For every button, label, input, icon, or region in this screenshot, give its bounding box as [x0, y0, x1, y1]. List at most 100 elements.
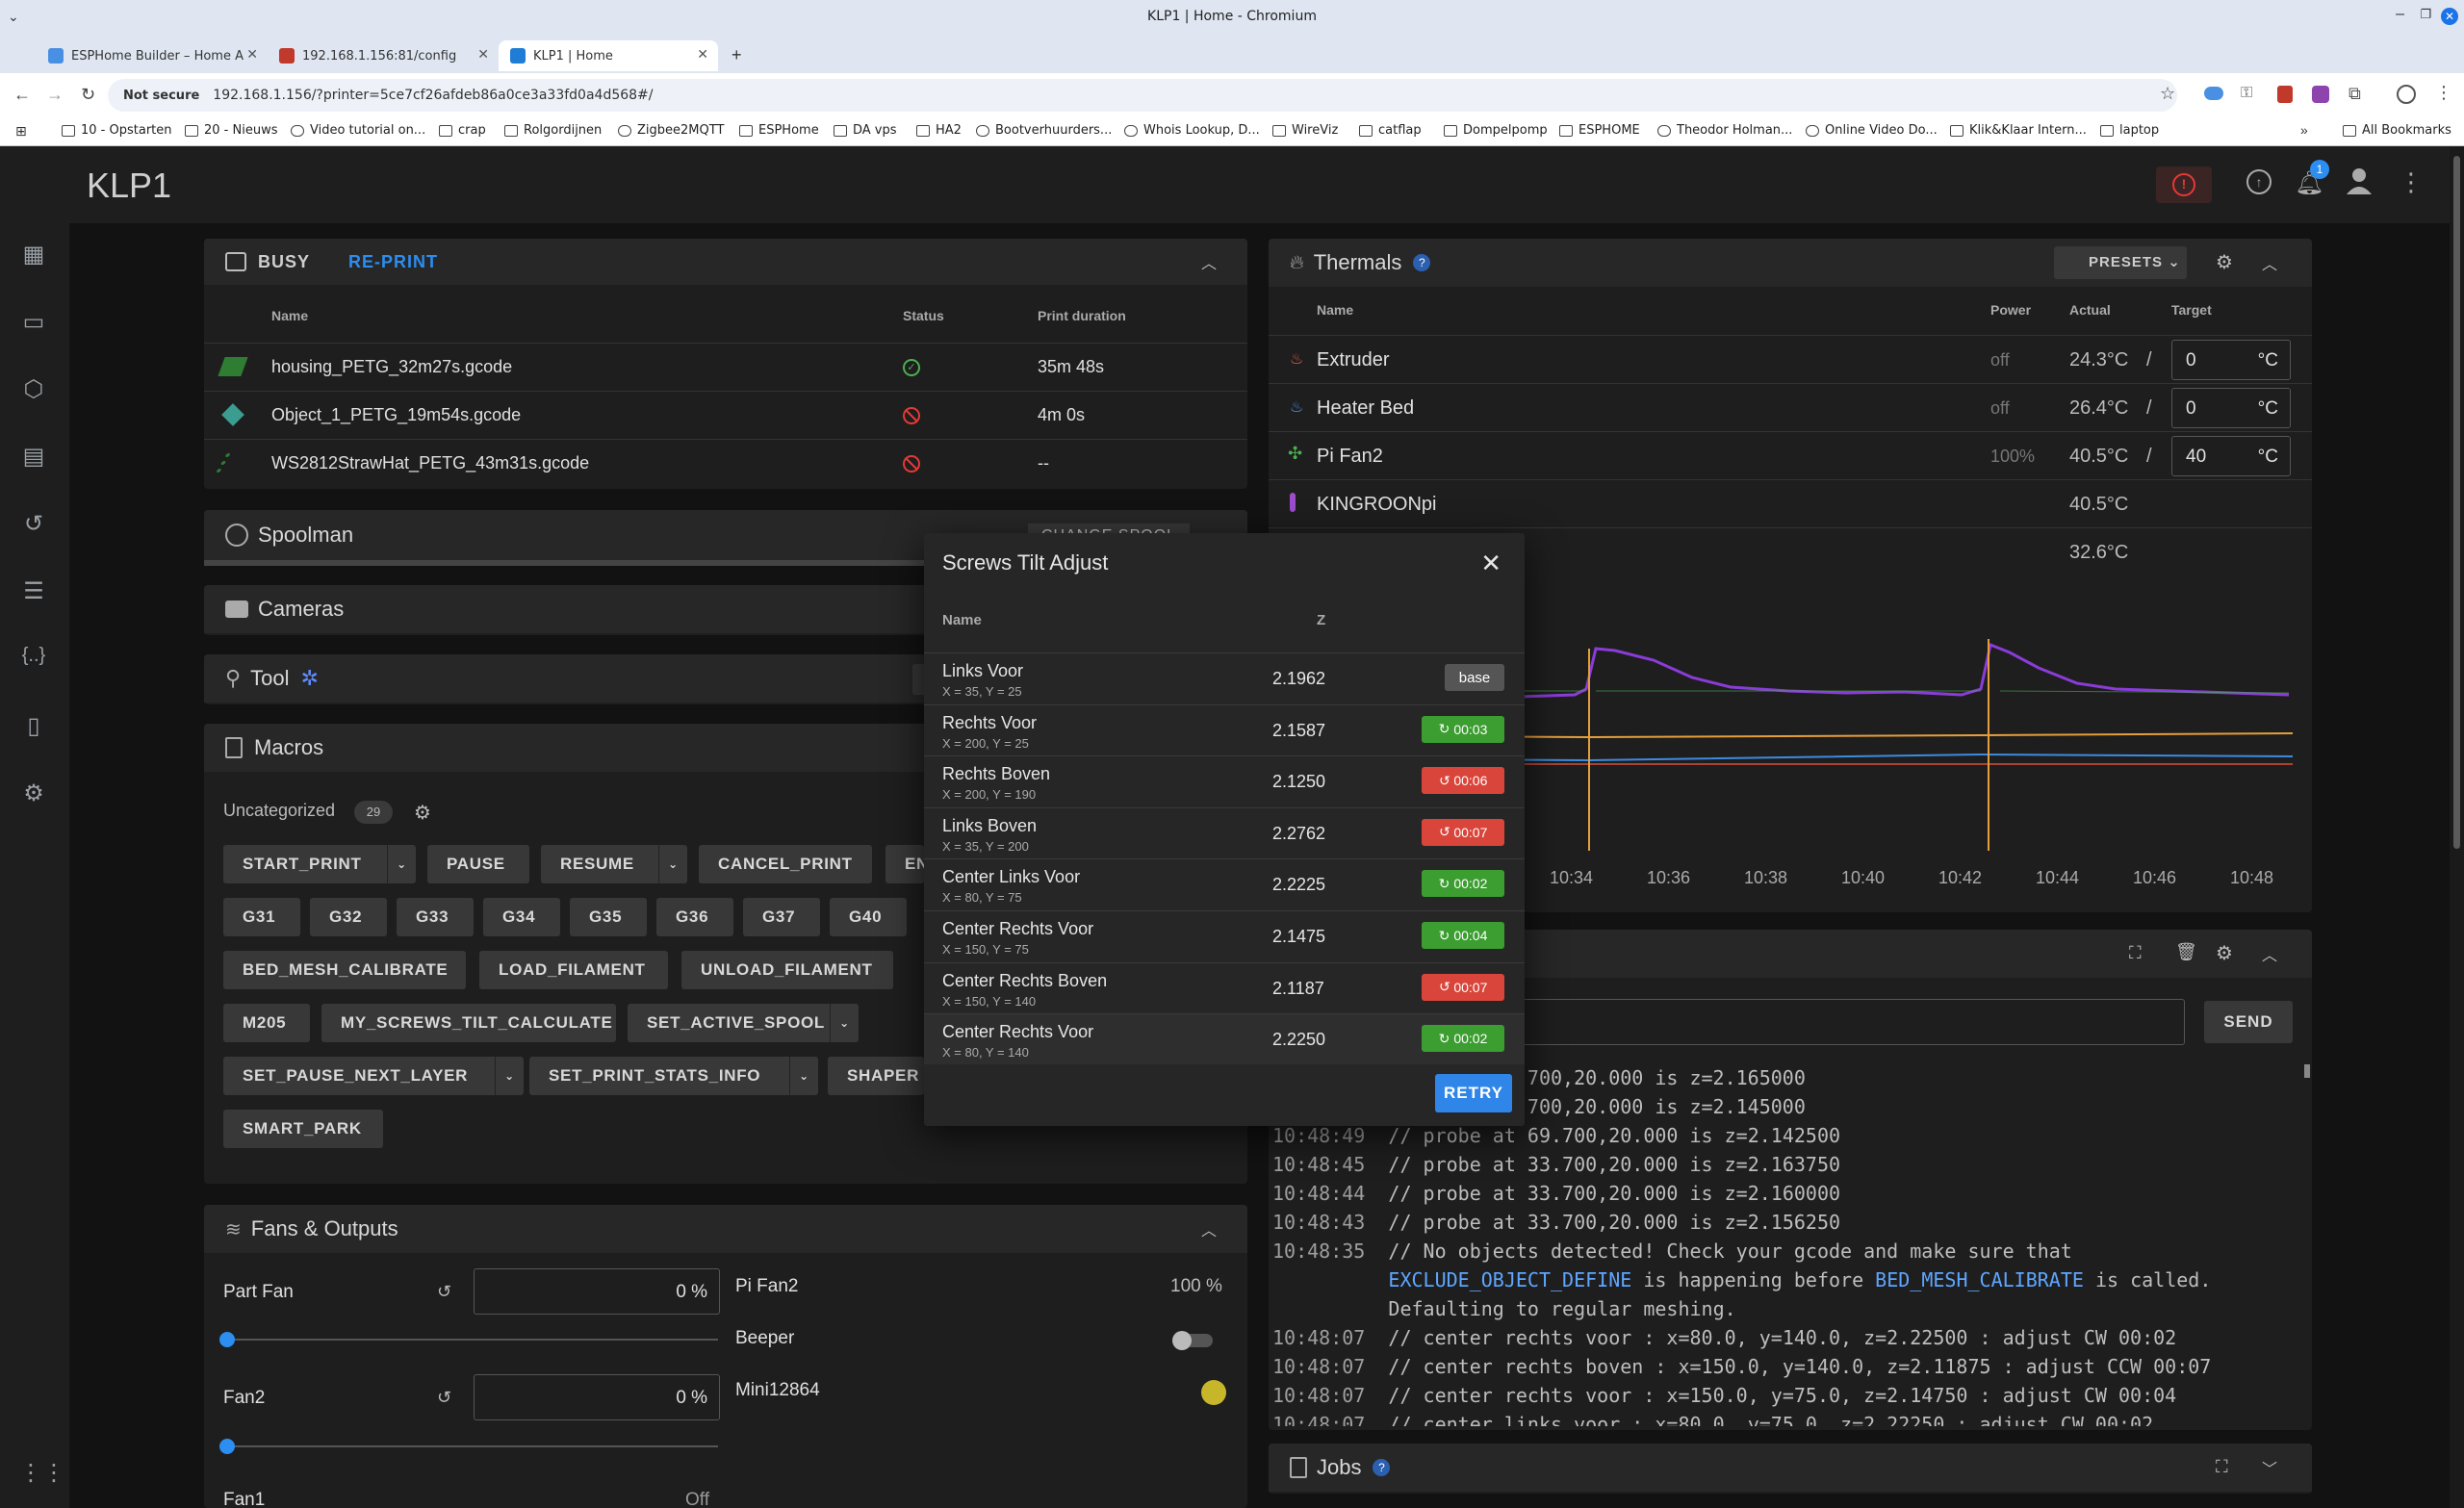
send-button[interactable]: SEND	[2204, 1001, 2293, 1043]
part-fan-slider[interactable]	[219, 1332, 718, 1347]
heightmap-icon[interactable]: ⬡	[19, 375, 48, 404]
tab-klp1[interactable]: KLP1 | Home ✕	[499, 40, 718, 71]
macro-button[interactable]: G32	[310, 898, 387, 936]
settings-gear-icon[interactable]: ⚙	[19, 780, 48, 808]
macro-button[interactable]: SHAPER	[828, 1057, 924, 1095]
macro-button[interactable]: MY_SCREWS_TILT_CALCULATE	[321, 1004, 616, 1042]
motor-off-icon[interactable]: ✲	[300, 666, 318, 691]
reprint-tab[interactable]: RE-PRINT	[348, 252, 438, 272]
macro-button[interactable]: G40	[830, 898, 907, 936]
reset-icon[interactable]: ↺	[437, 1388, 451, 1408]
sensor-row-kingroonpi[interactable]: KINGROONpi 40.5°C	[1269, 479, 2312, 527]
macro-settings-gear-icon[interactable]: ⚙	[414, 801, 431, 825]
bookmark-item[interactable]: Klik&Klaar Intern...	[1950, 123, 2087, 138]
star-icon[interactable]: ☆	[2160, 84, 2175, 104]
macro-button[interactable]: G31	[223, 898, 300, 936]
close-icon[interactable]: ✕	[1480, 549, 1502, 578]
bookmark-item[interactable]: Dompelpomp	[1444, 123, 1548, 138]
extension-cube-icon[interactable]	[2312, 86, 2329, 103]
update-icon[interactable]: ↑	[2246, 169, 2272, 194]
slider-handle[interactable]	[219, 1439, 235, 1454]
scrollbar-thumb[interactable]	[2453, 156, 2460, 849]
heater-row-extruder[interactable]: ♨ Extruder off 24.3°C / 0 °C	[1269, 335, 2312, 383]
collapse-chevron-icon[interactable]: ︿	[2262, 942, 2277, 965]
tab-config[interactable]: 192.168.1.156:81/config ✕	[268, 40, 499, 71]
bookmark-item[interactable]: Video tutorial on...	[291, 123, 425, 138]
url-field[interactable]: Not secure 192.168.1.156/?printer=5ce7cf…	[108, 79, 2177, 112]
macro-button[interactable]: PAUSE	[427, 845, 529, 883]
chevron-down-icon[interactable]: ⌄	[658, 845, 687, 883]
macro-button[interactable]: SET_PAUSE_NEXT_LAYER ⌄	[223, 1057, 524, 1095]
fullscreen-icon[interactable]: ⛶	[2216, 1457, 2228, 1477]
presets-button[interactable]: PRESETS ⌄	[2054, 246, 2187, 279]
chevron-down-icon[interactable]: ⌄	[789, 1057, 818, 1095]
bookmark-item[interactable]: Bootverhuurders...	[976, 123, 1112, 138]
bookmark-item[interactable]: ESPHome	[739, 123, 819, 138]
bookmark-item[interactable]: Online Video Do...	[1806, 123, 1938, 138]
job-row[interactable]: Object_1_PETG_19m54s.gcode 4m 0s	[204, 391, 1247, 439]
help-icon[interactable]: ?	[1373, 1459, 1391, 1476]
dashboard-icon[interactable]: ▦	[19, 241, 48, 269]
collapse-chevron-icon[interactable]: ︿	[1201, 1217, 1217, 1240]
macro-button[interactable]: M205	[223, 1004, 310, 1042]
macro-button[interactable]: SET_ACTIVE_SPOOL ⌄	[628, 1004, 859, 1042]
macro-button[interactable]: UNLOAD_FILAMENT	[681, 951, 893, 989]
chevron-down-icon[interactable]: ⌄	[387, 845, 416, 883]
bookmark-item[interactable]: Theodor Holman...	[1657, 123, 1792, 138]
macro-button[interactable]: G33	[397, 898, 474, 936]
macro-button[interactable]: G36	[656, 898, 733, 936]
part-fan-input[interactable]: 0 %	[474, 1268, 720, 1315]
forward-icon[interactable]: →	[46, 85, 64, 105]
bookmark-item[interactable]: DA vps	[834, 123, 897, 138]
extension-cloud-icon[interactable]	[2204, 87, 2223, 100]
browser-menu-icon[interactable]: ⋮	[2435, 83, 2452, 103]
files-icon[interactable]: ▤	[19, 443, 48, 472]
bookmark-item[interactable]: Zigbee2MQTT	[618, 123, 724, 138]
chevron-down-icon[interactable]: ⌄	[495, 1057, 524, 1095]
extensions-puzzle-icon[interactable]: ⧉	[2348, 84, 2361, 104]
bookmark-item[interactable]: laptop	[2100, 123, 2159, 138]
back-icon[interactable]: ←	[13, 85, 31, 105]
extension-shield-icon[interactable]	[2277, 86, 2293, 103]
fan2-slider[interactable]	[219, 1439, 718, 1454]
minimize-button[interactable]: –	[2396, 6, 2404, 23]
fullscreen-icon[interactable]: ⛶	[2129, 943, 2142, 963]
chevron-down-icon[interactable]: ⌄	[830, 1004, 859, 1042]
macro-button[interactable]: G34	[483, 898, 560, 936]
tab-search-icon[interactable]: ⌄	[8, 9, 19, 25]
macro-button[interactable]: LOAD_FILAMENT	[479, 951, 668, 989]
config-braces-icon[interactable]: {..}	[19, 645, 48, 674]
apps-grid-icon[interactable]: ⊞	[15, 123, 27, 140]
machine-icon[interactable]: ▯	[19, 712, 48, 741]
history-icon[interactable]: ↺	[19, 510, 48, 539]
heater-row-bed[interactable]: ♨ Heater Bed off 26.4°C / 0 °C	[1269, 383, 2312, 431]
macro-button[interactable]: G37	[743, 898, 820, 936]
bookmark-item[interactable]: Rolgordijnen	[504, 123, 602, 138]
pifan2-target-input[interactable]: 40 °C	[2171, 436, 2291, 476]
bookmark-item[interactable]: 10 - Opstarten	[62, 123, 172, 138]
macro-button[interactable]: CANCEL_PRINT	[699, 845, 872, 883]
fan2-input[interactable]: 0 %	[474, 1374, 720, 1420]
macro-button[interactable]: SMART_PARK	[223, 1110, 383, 1148]
close-tab-icon[interactable]: ✕	[697, 47, 708, 63]
emergency-stop-button[interactable]: !	[2156, 166, 2212, 203]
bookmark-item[interactable]: catflap	[1359, 123, 1422, 138]
collapse-chevron-icon[interactable]: ︿	[1201, 250, 1217, 273]
macro-button[interactable]: ENI	[886, 845, 934, 883]
bed-target-input[interactable]: 0 °C	[2171, 388, 2291, 428]
trash-icon[interactable]: 🗑︎	[2175, 942, 2197, 962]
bookmark-item[interactable]: 20 - Nieuws	[185, 123, 277, 138]
profile-icon[interactable]	[2397, 85, 2416, 104]
all-bookmarks[interactable]: All Bookmarks	[2343, 123, 2451, 138]
tab-esphome[interactable]: ESPHome Builder – Home A... ✕	[37, 40, 268, 71]
app-menu-icon[interactable]: ⋮	[2399, 167, 2424, 197]
bookmark-item[interactable]: ESPHOME	[1559, 123, 1640, 138]
macro-button[interactable]: SET_PRINT_STATS_INFO ⌄	[529, 1057, 818, 1095]
bookmark-item[interactable]: Whois Lookup, D...	[1124, 123, 1260, 138]
led-color-swatch[interactable]	[1201, 1380, 1226, 1405]
console-settings-gear-icon[interactable]: ⚙	[2216, 941, 2233, 965]
slider-handle[interactable]	[219, 1332, 235, 1347]
close-tab-icon[interactable]: ✕	[246, 47, 258, 63]
extension-key-icon[interactable]: ⚿	[2241, 85, 2252, 102]
collapse-chevron-icon[interactable]: ︿	[2262, 251, 2277, 274]
